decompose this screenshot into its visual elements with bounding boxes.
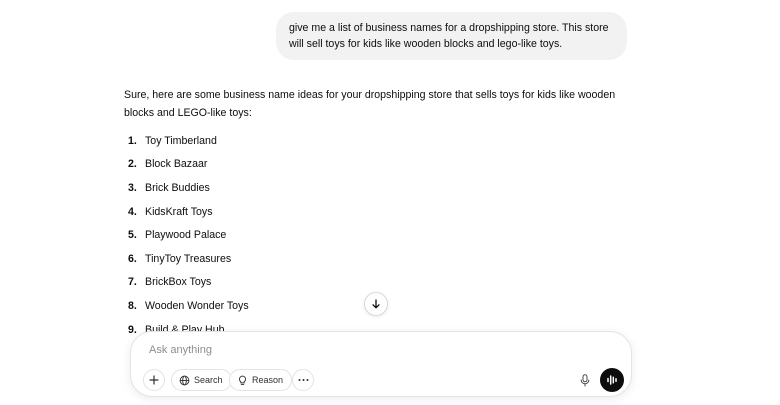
list-item-text: Playwood Palace xyxy=(145,229,227,242)
search-button[interactable]: Search xyxy=(171,369,232,391)
list-number: 8. xyxy=(128,299,137,312)
assistant-intro: Sure, here are some business name ideas … xyxy=(124,89,616,119)
more-options-button[interactable] xyxy=(292,369,314,391)
list-number: 4. xyxy=(128,205,137,218)
globe-icon xyxy=(179,375,190,386)
list-number: 1. xyxy=(128,134,137,147)
voice-waveform-icon xyxy=(606,374,618,386)
list-item: 6. TinyToy Treasures xyxy=(124,247,624,271)
message-composer: Search Reason xyxy=(130,331,632,397)
voice-mode-button[interactable] xyxy=(600,368,624,392)
prompt-input[interactable] xyxy=(147,340,571,360)
ellipsis-icon xyxy=(298,378,309,382)
list-item: 2. Block Bazaar xyxy=(124,153,624,177)
add-attachment-button[interactable] xyxy=(143,369,165,391)
list-item-text: Block Bazaar xyxy=(145,158,208,171)
list-item-text: Wooden Wonder Toys xyxy=(145,299,249,312)
dictate-button[interactable] xyxy=(575,370,595,390)
microphone-icon xyxy=(580,373,590,387)
list-item: 3. Brick Buddies xyxy=(124,176,624,200)
list-item: 5. Playwood Palace xyxy=(124,223,624,247)
list-number: 5. xyxy=(128,229,137,242)
reason-button[interactable]: Reason xyxy=(229,369,293,391)
arrow-down-icon xyxy=(371,299,381,309)
list-item-text: BrickBox Toys xyxy=(145,276,212,289)
scroll-to-bottom-button[interactable] xyxy=(364,292,388,316)
list-item: 7. BrickBox Toys xyxy=(124,271,624,295)
list-item-text: KidsKraft Toys xyxy=(145,205,213,218)
list-number: 7. xyxy=(128,276,137,289)
list-number: 3. xyxy=(128,181,137,194)
reason-button-label: Reason xyxy=(252,375,284,385)
user-message-text: give me a list of business names for a d… xyxy=(289,22,609,50)
list-item-text: TinyToy Treasures xyxy=(145,252,232,265)
list-item: 1. Toy Timberland xyxy=(124,129,624,153)
plus-icon xyxy=(149,375,159,385)
user-message-bubble: give me a list of business names for a d… xyxy=(276,12,627,60)
list-item: 4. KidsKraft Toys xyxy=(124,200,624,224)
list-item-text: Brick Buddies xyxy=(145,181,210,194)
list-item-text: Toy Timberland xyxy=(145,134,217,147)
search-button-label: Search xyxy=(194,375,223,385)
list-number: 6. xyxy=(128,252,137,265)
lightbulb-icon xyxy=(237,375,248,386)
list-number: 2. xyxy=(128,158,137,171)
